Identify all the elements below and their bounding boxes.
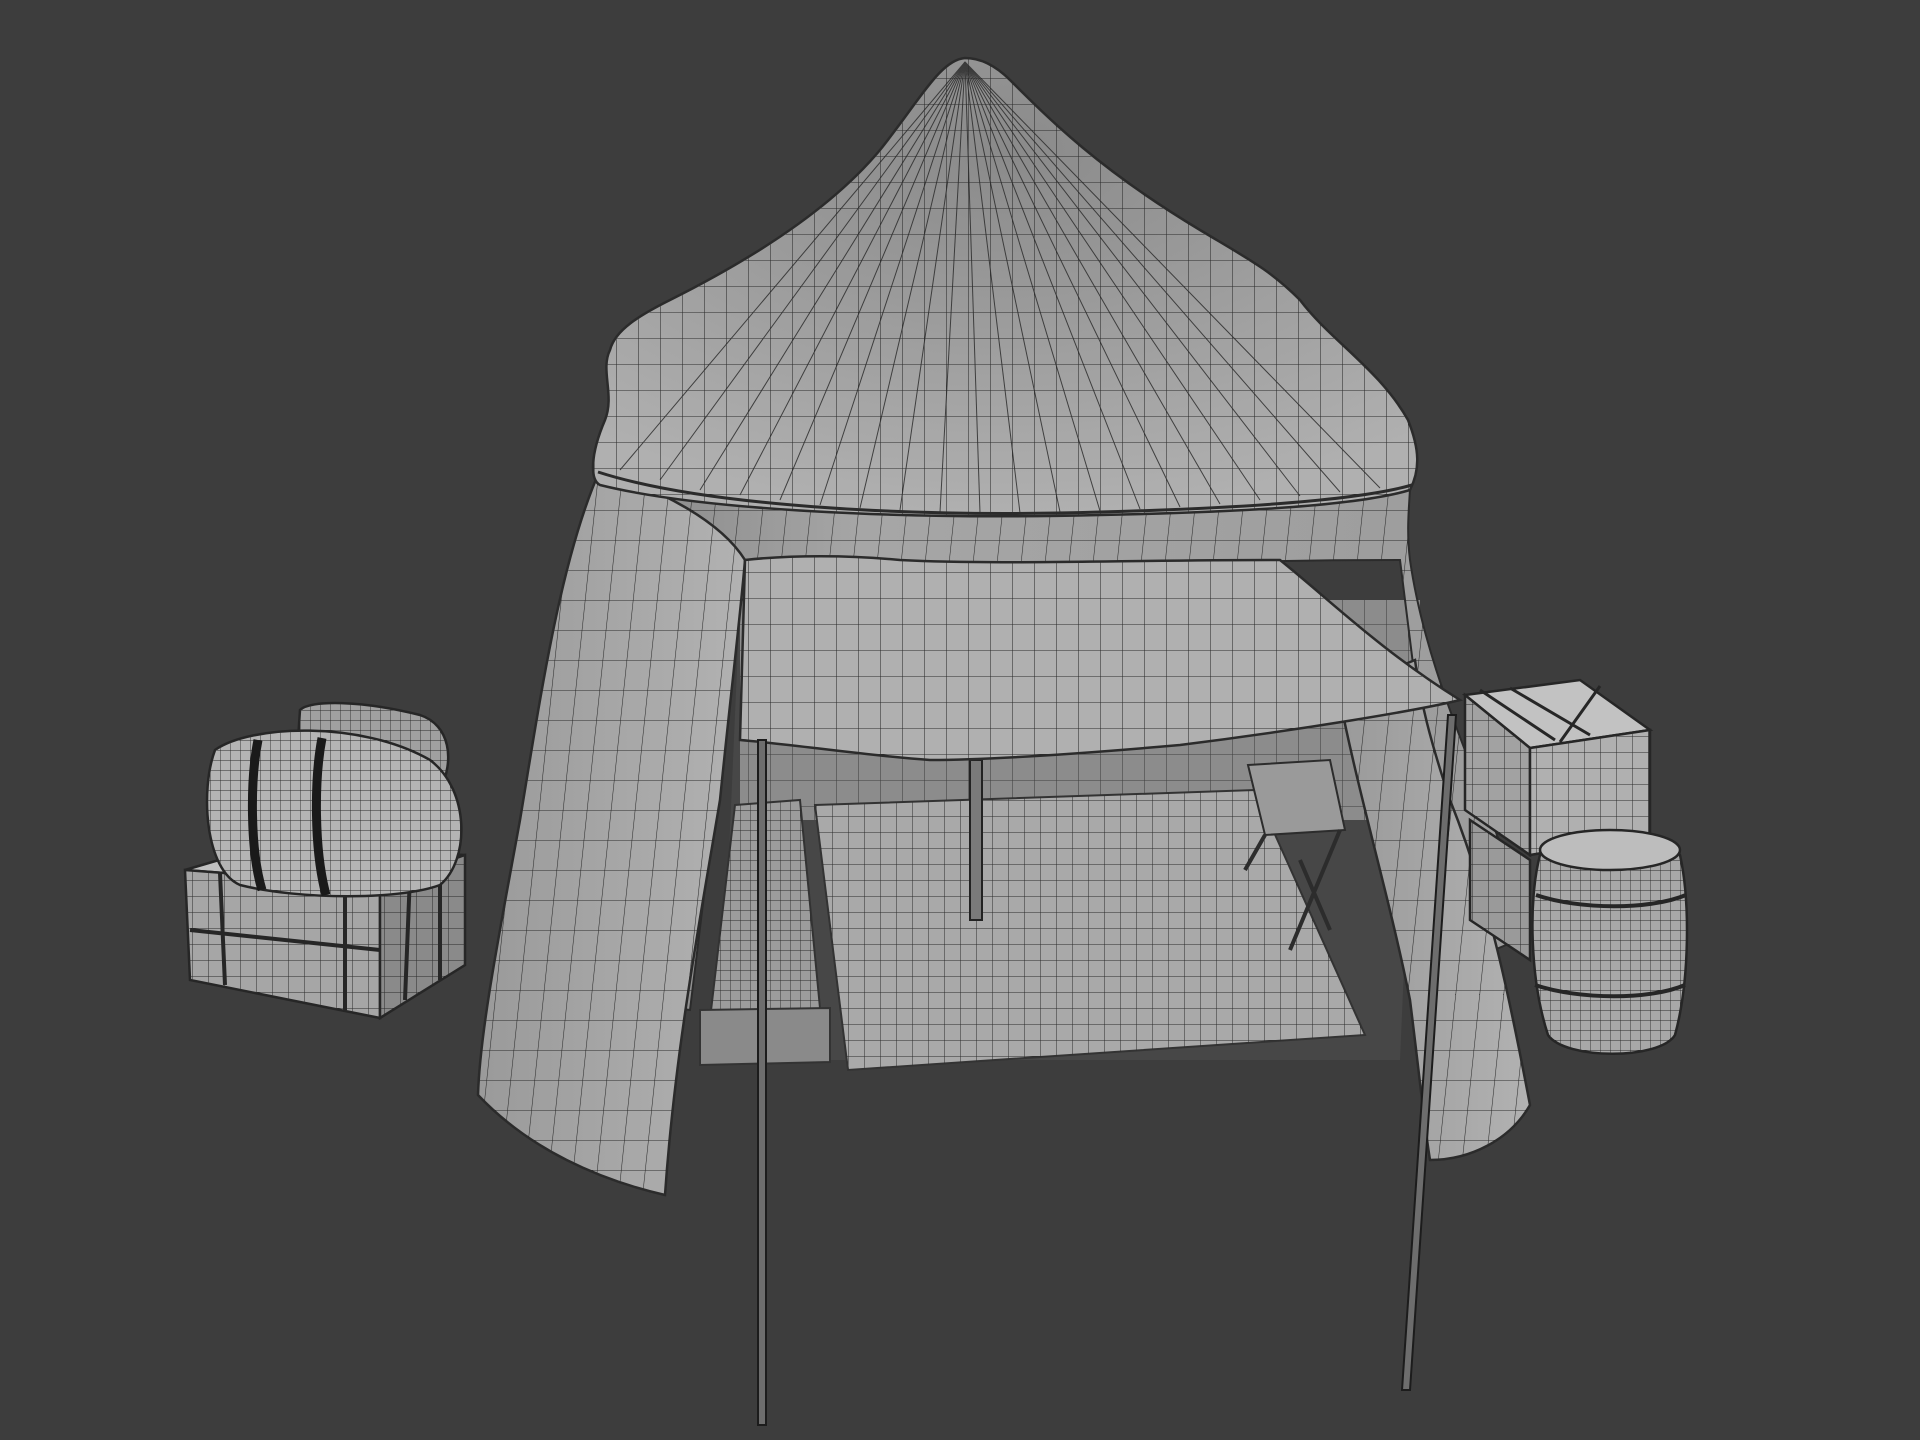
scene-canvas — [183, 56, 1689, 1426]
tent-roof — [591, 56, 1419, 518]
barrel — [1531, 828, 1689, 1055]
front-pole-left — [757, 739, 767, 1426]
3d-viewport[interactable] — [0, 0, 1920, 1440]
wrapped-bundle — [205, 701, 463, 898]
tent-flap-left — [476, 468, 747, 1197]
center-pole — [969, 759, 983, 921]
